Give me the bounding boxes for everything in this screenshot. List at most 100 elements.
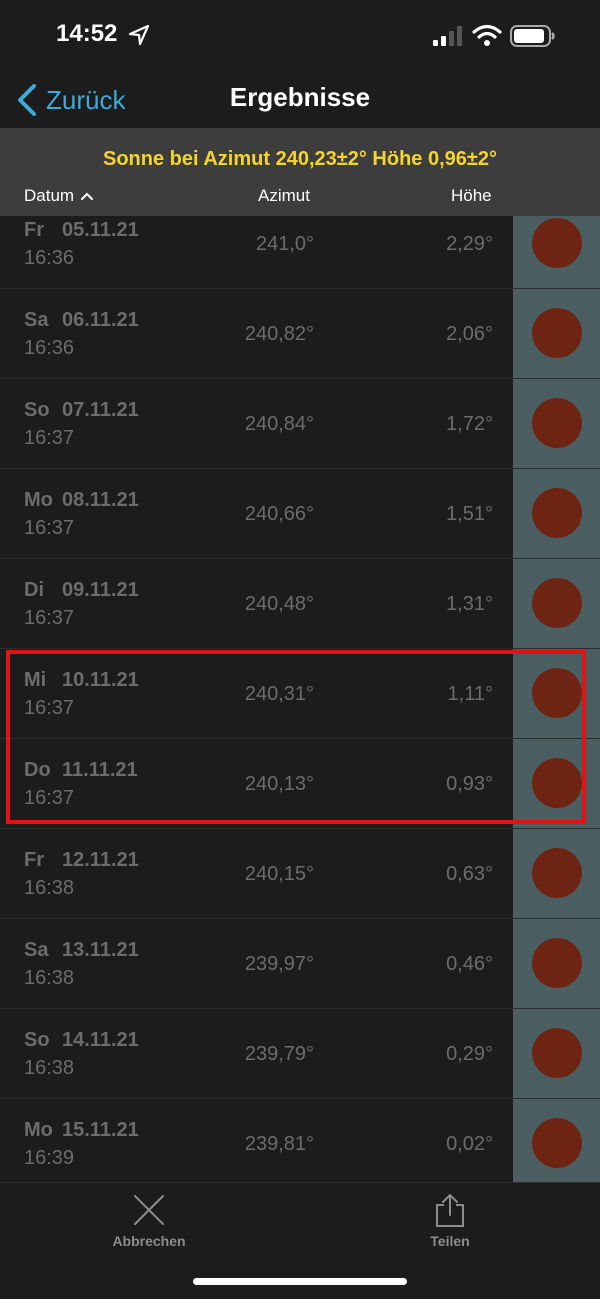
row-azimut: 239,79° xyxy=(244,1043,314,1065)
row-hoehe: 1,11° xyxy=(447,683,493,705)
row-hoehe: 0,02° xyxy=(446,1133,493,1155)
row-hoehe: 0,93° xyxy=(446,773,493,795)
location-arrow-icon xyxy=(128,24,150,46)
sun-thumbnail[interactable] xyxy=(513,1009,600,1098)
sun-thumbnail[interactable] xyxy=(513,829,600,918)
results-list[interactable]: Fr 05.11.21 16:36 241,0° 2,29° Sa 06.11.… xyxy=(0,216,600,1182)
row-weekday: Sa xyxy=(24,309,49,331)
sun-dot-icon xyxy=(532,848,582,898)
row-hoehe: 1,51° xyxy=(446,503,493,525)
sun-dot-icon xyxy=(532,668,582,718)
row-azimut: 240,31° xyxy=(244,683,314,705)
row-weekday: Mo xyxy=(24,1119,53,1141)
sun-position-summary: Sonne bei Azimut 240,23±2° Höhe 0,96±2° xyxy=(102,148,497,170)
row-date: 13.11.21 xyxy=(62,939,139,961)
row-weekday: Mo xyxy=(24,489,53,511)
share-button[interactable]: Teilen xyxy=(395,1193,505,1253)
row-hoehe: 1,31° xyxy=(446,593,493,615)
list-item[interactable]: So 07.11.21 16:37 240,84° 1,72° xyxy=(0,378,600,468)
cancel-label: Abbrechen xyxy=(112,1233,186,1249)
results-summary-header: Sonne bei Azimut 240,23±2° Höhe 0,96±2° … xyxy=(0,128,600,216)
sun-thumbnail[interactable] xyxy=(513,469,600,558)
row-hoehe: 0,63° xyxy=(446,863,493,885)
sun-thumbnail[interactable] xyxy=(513,739,600,828)
row-date: 12.11.21 xyxy=(62,849,139,871)
row-hoehe: 2,06° xyxy=(446,323,493,345)
cellular-signal-icon xyxy=(433,26,462,46)
row-azimut: 239,81° xyxy=(244,1133,314,1155)
list-item[interactable]: Do 11.11.21 16:37 240,13° 0,93° xyxy=(0,738,600,828)
row-date: 06.11.21 xyxy=(62,309,139,331)
row-date: 14.11.21 xyxy=(62,1029,139,1051)
row-azimut: 240,82° xyxy=(244,323,314,345)
row-weekday: So xyxy=(24,399,50,421)
row-time: 16:37 xyxy=(24,427,75,449)
cancel-button[interactable]: Abbrechen xyxy=(94,1193,204,1253)
list-item[interactable]: Mo 08.11.21 16:37 240,66° 1,51° xyxy=(0,468,600,558)
row-time: 16:37 xyxy=(24,607,75,629)
battery-icon xyxy=(510,25,555,47)
row-hoehe: 0,46° xyxy=(446,953,493,975)
row-hoehe: 1,72° xyxy=(446,413,493,435)
row-date: 09.11.21 xyxy=(62,579,139,601)
sun-dot-icon xyxy=(532,938,582,988)
row-weekday: So xyxy=(24,1029,50,1051)
row-date: 07.11.21 xyxy=(62,399,139,421)
status-time: 14:52 xyxy=(56,20,118,47)
sun-dot-icon xyxy=(532,1118,582,1168)
row-time: 16:36 xyxy=(24,337,75,359)
row-azimut: 240,48° xyxy=(244,593,314,615)
column-header-datum[interactable]: Datum xyxy=(24,186,94,206)
share-label: Teilen xyxy=(430,1233,470,1249)
list-item[interactable]: Mi 10.11.21 16:37 240,31° 1,11° xyxy=(0,648,600,738)
row-date: 05.11.21 xyxy=(62,219,139,241)
row-weekday: Sa xyxy=(24,939,49,961)
row-weekday: Mi xyxy=(24,669,47,691)
sun-thumbnail[interactable] xyxy=(513,289,600,378)
row-azimut: 239,97° xyxy=(244,953,314,975)
row-time: 16:38 xyxy=(24,877,75,899)
row-azimut: 240,66° xyxy=(244,503,314,525)
row-azimut: 241,0° xyxy=(255,233,314,255)
list-item[interactable]: Fr 05.11.21 16:36 241,0° 2,29° xyxy=(0,216,600,288)
list-item[interactable]: Di 09.11.21 16:37 240,48° 1,31° xyxy=(0,558,600,648)
row-weekday: Do xyxy=(24,759,51,781)
column-header-hoehe[interactable]: Höhe xyxy=(451,186,492,206)
chevron-up-icon xyxy=(81,192,94,200)
status-bar: 14:52 xyxy=(0,0,600,72)
sun-dot-icon xyxy=(532,308,582,358)
sun-thumbnail[interactable] xyxy=(513,919,600,1008)
sun-thumbnail[interactable] xyxy=(513,649,600,738)
list-item[interactable]: So 14.11.21 16:38 239,79° 0,29° xyxy=(0,1008,600,1098)
row-weekday: Fr xyxy=(24,219,44,241)
sun-thumbnail[interactable] xyxy=(513,216,600,288)
sun-dot-icon xyxy=(532,578,582,628)
row-time: 16:36 xyxy=(24,247,75,269)
row-time: 16:38 xyxy=(24,967,75,989)
sun-thumbnail[interactable] xyxy=(513,559,600,648)
sun-thumbnail[interactable] xyxy=(513,379,600,468)
sun-thumbnail[interactable] xyxy=(513,1099,600,1182)
home-indicator[interactable] xyxy=(193,1278,407,1285)
row-time: 16:39 xyxy=(24,1147,75,1169)
row-date: 10.11.21 xyxy=(62,669,139,691)
list-item[interactable]: Fr 12.11.21 16:38 240,15° 0,63° xyxy=(0,828,600,918)
row-time: 16:38 xyxy=(24,1057,75,1079)
row-date: 11.11.21 xyxy=(62,759,138,781)
row-hoehe: 0,29° xyxy=(446,1043,493,1065)
column-header-azimut[interactable]: Azimut xyxy=(258,186,310,206)
row-time: 16:37 xyxy=(24,697,75,719)
row-time: 16:37 xyxy=(24,517,75,539)
row-date: 15.11.21 xyxy=(62,1119,139,1141)
sun-dot-icon xyxy=(532,488,582,538)
sun-dot-icon xyxy=(532,398,582,448)
sun-dot-icon xyxy=(532,218,582,268)
row-weekday: Di xyxy=(24,579,44,601)
list-item[interactable]: Mo 15.11.21 16:39 239,81° 0,02° xyxy=(0,1098,600,1182)
list-item[interactable]: Sa 06.11.21 16:36 240,82° 2,06° xyxy=(0,288,600,378)
sun-dot-icon xyxy=(532,758,582,808)
page-title: Ergebnisse xyxy=(229,82,371,112)
share-icon xyxy=(436,1194,464,1227)
list-item[interactable]: Sa 13.11.21 16:38 239,97° 0,46° xyxy=(0,918,600,1008)
row-azimut: 240,15° xyxy=(244,863,314,885)
